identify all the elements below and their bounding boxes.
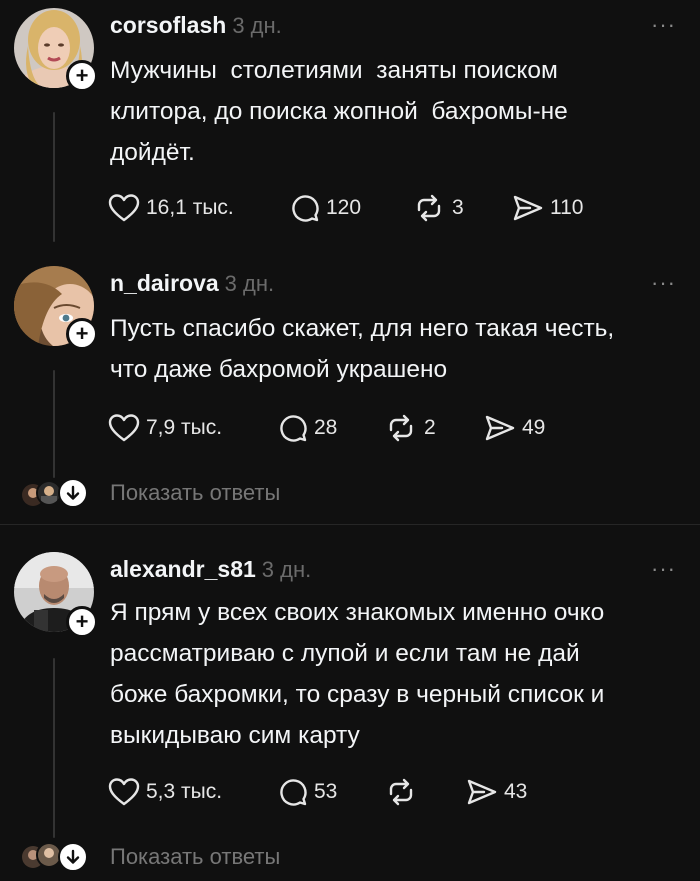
more-options-icon[interactable]: ··· (651, 270, 676, 296)
heart-icon (108, 778, 140, 806)
divider (0, 524, 700, 525)
share-count: 110 (550, 196, 584, 219)
arrow-down-icon (58, 842, 88, 872)
show-replies-row[interactable]: Показать ответы (0, 838, 700, 878)
post-header: n_dairova 3 дн. (110, 270, 274, 297)
arrow-down-icon (58, 478, 88, 508)
send-arrow-icon (467, 779, 497, 805)
like-count: 7,9 тыс. (146, 416, 223, 439)
repost-count: 2 (424, 416, 436, 439)
like-button[interactable]: 5,3 тыс. (108, 772, 222, 812)
repost-count: 3 (452, 196, 464, 219)
username[interactable]: alexandr_s81 (110, 556, 256, 582)
username[interactable]: n_dairova (110, 270, 219, 296)
comment-count: 28 (314, 416, 338, 439)
thread-line (53, 658, 55, 838)
post-text: Я прям у всех своих знакомых именно очко… (110, 599, 605, 749)
share-button[interactable]: 43 (466, 772, 527, 812)
heart-icon (108, 414, 140, 442)
post-text: Мужчины столетиями заняты поиском клитор… (110, 57, 568, 166)
send-arrow-icon (485, 415, 515, 441)
timestamp: 3 дн. (261, 557, 312, 582)
post-header: corsoflash 3 дн. (110, 12, 282, 39)
comment-count: 53 (314, 780, 338, 803)
more-options-icon[interactable]: ··· (651, 12, 676, 38)
like-count: 5,3 тыс. (146, 780, 223, 803)
repost-button[interactable]: 3 (412, 188, 464, 228)
comment-button[interactable]: 28 (278, 408, 337, 448)
username[interactable]: corsoflash (110, 12, 226, 38)
repost-arrows-icon (389, 778, 413, 806)
thread-line (53, 370, 55, 478)
share-button[interactable]: 49 (484, 408, 545, 448)
thread-line (53, 112, 55, 242)
share-count: 49 (522, 416, 546, 439)
like-button[interactable]: 7,9 тыс. (108, 408, 222, 448)
comment-bubble-icon (280, 415, 307, 442)
comment-count: 120 (326, 196, 362, 219)
repost-button[interactable] (384, 772, 424, 812)
like-count: 16,1 тыс. (146, 196, 234, 219)
send-arrow-icon (513, 195, 543, 221)
show-replies-link[interactable]: Показать ответы (110, 844, 280, 870)
repost-arrows-icon (417, 194, 441, 222)
follow-plus-icon[interactable]: + (66, 60, 98, 92)
follow-plus-icon[interactable]: + (66, 318, 98, 350)
timestamp: 3 дн. (232, 13, 282, 38)
comment-bubble-icon (280, 779, 307, 806)
timestamp: 3 дн. (224, 271, 275, 296)
repost-arrows-icon (389, 414, 413, 442)
more-options-icon[interactable]: ··· (651, 556, 676, 582)
post-text: Пусть спасибо скажет, для него такая чес… (110, 315, 615, 383)
share-count: 43 (504, 780, 528, 803)
post-header: alexandr_s81 3 дн. (110, 556, 311, 583)
comment-bubble-icon (292, 195, 319, 222)
follow-plus-icon[interactable]: + (66, 606, 98, 638)
show-replies-row[interactable]: Показать ответы (0, 474, 700, 514)
comment-button[interactable]: 120 (290, 188, 361, 228)
repost-button[interactable]: 2 (384, 408, 436, 448)
like-button[interactable]: 16,1 тыс. (108, 188, 234, 228)
comment-button[interactable]: 53 (278, 772, 337, 812)
show-replies-link[interactable]: Показать ответы (110, 480, 280, 506)
heart-icon (108, 194, 140, 222)
share-button[interactable]: 110 (512, 188, 583, 228)
